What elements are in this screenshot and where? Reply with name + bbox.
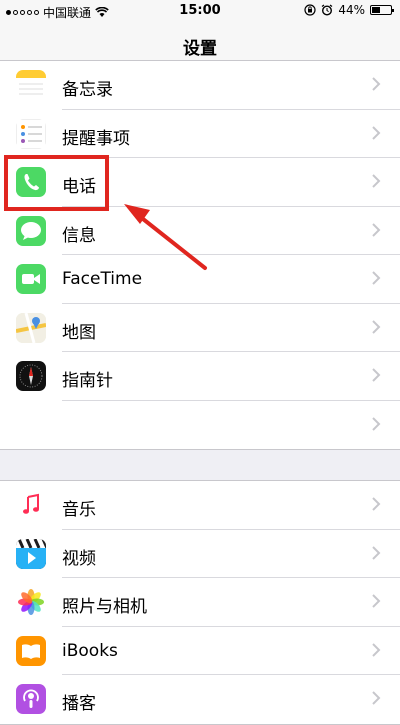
- chevron-right-icon: [372, 319, 381, 334]
- settings-row-podcasts[interactable]: 播客: [0, 675, 400, 724]
- settings-row-label: FaceTime: [62, 269, 143, 289]
- settings-group-apps: 备忘录 提醒事项 电话 信息 FaceTime 地图 指南针: [0, 60, 400, 450]
- settings-row-label: 视频: [62, 548, 96, 569]
- chevron-right-icon: [372, 594, 381, 608]
- messages-icon: [16, 215, 46, 246]
- music-icon: [16, 490, 46, 520]
- settings-row-label: iBooks: [62, 640, 118, 661]
- chevron-right-icon: [372, 497, 381, 511]
- chevron-right-icon: [372, 691, 381, 705]
- settings-row-label: 照片与相机: [62, 597, 147, 617]
- chevron-right-icon: [372, 222, 381, 237]
- chevron-right-icon: [372, 125, 381, 140]
- photos-icon: [16, 587, 46, 617]
- chevron-right-icon: [372, 77, 381, 91]
- settings-row-compass[interactable]: 指南针: [0, 352, 400, 401]
- settings-row-label: 备忘录: [62, 80, 113, 100]
- settings-row-label: 地图: [62, 322, 96, 343]
- highlight-box: [4, 155, 109, 211]
- notes-icon: [16, 70, 46, 100]
- ibooks-icon: [16, 635, 46, 666]
- settings-row-photos[interactable]: 照片与相机: [0, 578, 400, 627]
- facetime-icon: [16, 264, 46, 294]
- rotation-lock-icon: [304, 4, 316, 16]
- page-title: 设置: [183, 39, 217, 59]
- settings-group-media: 音乐 视频 照片与相机 iBooks 播客: [0, 480, 400, 725]
- battery-percent: 44%: [338, 3, 365, 17]
- chevron-right-icon: [372, 545, 381, 560]
- reminders-icon: [16, 118, 46, 149]
- videos-icon: [16, 538, 46, 569]
- settings-row-label: 音乐: [62, 500, 96, 520]
- podcasts-icon: [16, 684, 46, 714]
- settings-row-notes[interactable]: 备忘录: [0, 61, 400, 110]
- settings-row-label: 信息: [62, 225, 96, 246]
- alarm-icon: [321, 4, 333, 16]
- chevron-right-icon: [372, 416, 381, 431]
- settings-row-maps[interactable]: 地图: [0, 304, 400, 352]
- status-bar: 中国联通 15:00 44%: [0, 0, 400, 22]
- chevron-right-icon: [372, 271, 381, 285]
- compass-icon: [16, 361, 46, 391]
- battery-icon: [370, 5, 394, 15]
- settings-row-facetime[interactable]: FaceTime: [0, 255, 400, 304]
- chevron-right-icon: [372, 642, 381, 657]
- maps-icon: [16, 312, 46, 343]
- settings-row-label: 提醒事项: [62, 128, 130, 149]
- settings-row-videos[interactable]: 视频: [0, 530, 400, 578]
- settings-row-music[interactable]: 音乐: [0, 481, 400, 530]
- settings-row-messages[interactable]: 信息: [0, 207, 400, 255]
- chevron-right-icon: [372, 174, 381, 188]
- settings-row-ibooks[interactable]: iBooks: [0, 627, 400, 675]
- chevron-right-icon: [372, 368, 381, 382]
- settings-row-unnamed[interactable]: [0, 401, 400, 450]
- settings-row-reminders[interactable]: 提醒事项: [0, 110, 400, 158]
- settings-row-label: 指南针: [62, 371, 113, 391]
- settings-row-label: 播客: [62, 694, 96, 714]
